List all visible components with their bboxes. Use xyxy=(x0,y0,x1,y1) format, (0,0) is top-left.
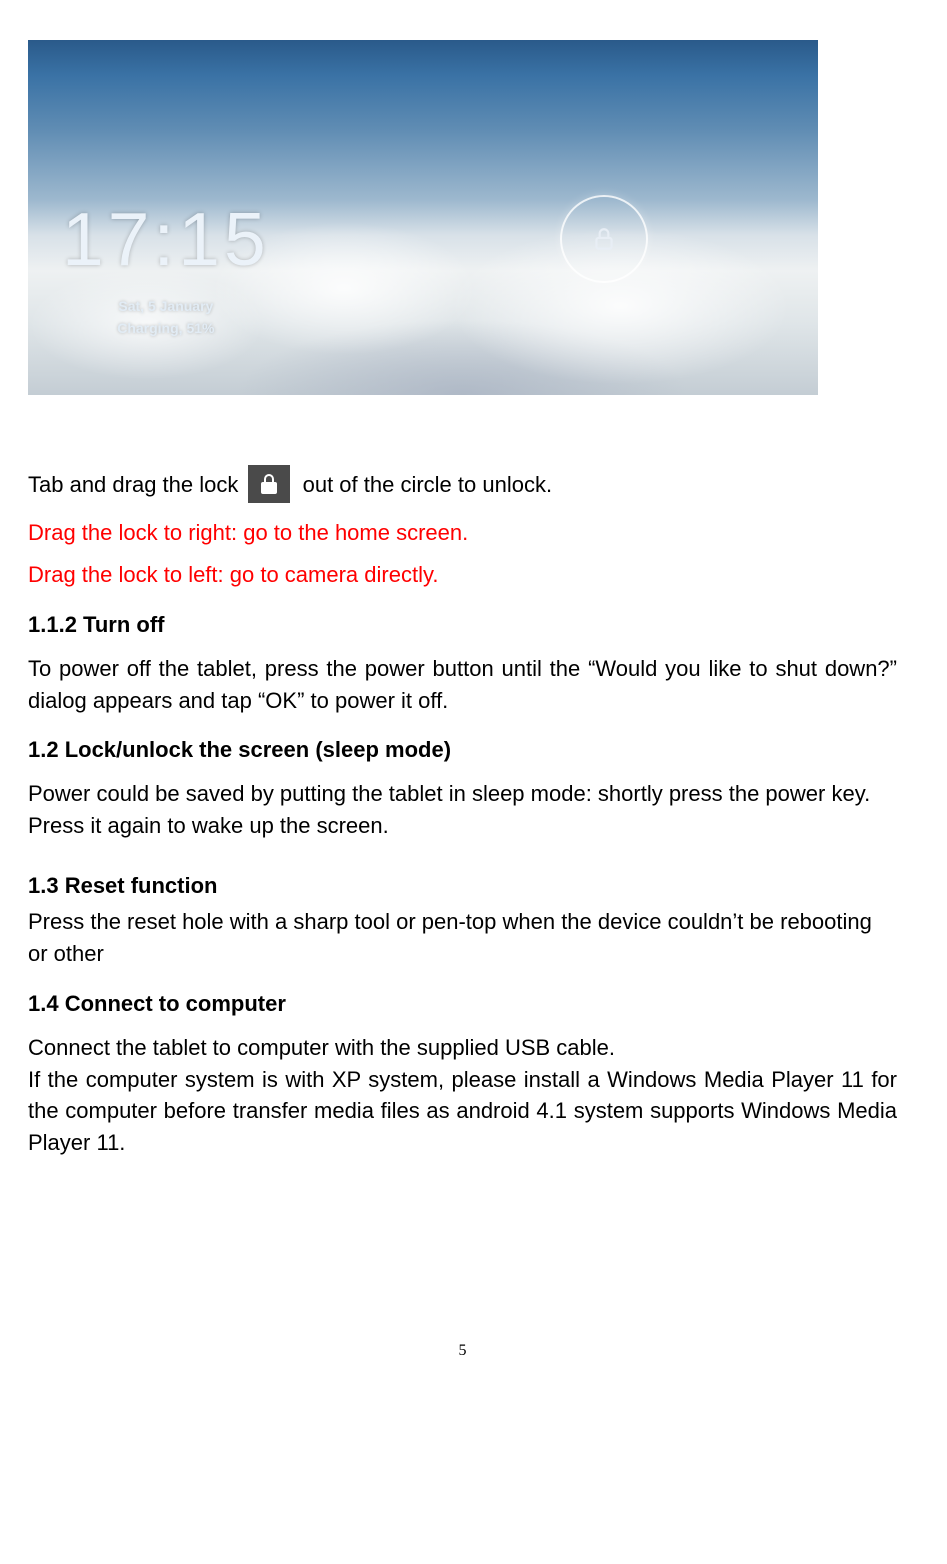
body-1-3: Press the reset hole with a sharp tool o… xyxy=(28,906,897,970)
page-number: 5 xyxy=(28,1339,897,1362)
lockscreen-charging: Charging, 51% xyxy=(62,318,270,338)
drag-left-text: Drag the lock to left: go to camera dire… xyxy=(28,559,897,591)
body-1-1-2: To power off the tablet, press the power… xyxy=(28,653,897,717)
heading-1-4: 1.4 Connect to computer xyxy=(28,988,897,1020)
lock-ring-icon xyxy=(560,195,648,283)
lockscreen-time: 17:15 xyxy=(62,185,270,294)
body-1-4-a: Connect the tablet to computer with the … xyxy=(28,1032,897,1064)
unlock-text-b: out of the circle to unlock. xyxy=(303,472,552,497)
drag-right-text: Drag the lock to right: go to the home s… xyxy=(28,517,897,549)
heading-1-3: 1.3 Reset function xyxy=(28,870,897,902)
lock-icon xyxy=(248,465,290,503)
lockscreen-image: 17:15 Sat, 5 January Charging, 51% xyxy=(28,40,818,395)
lockscreen-clock: 17:15 Sat, 5 January Charging, 51% xyxy=(62,185,270,338)
body-1-4-b: If the computer system is with XP system… xyxy=(28,1064,897,1160)
unlock-instruction-line: Tab and drag the lock out of the circle … xyxy=(28,465,897,507)
heading-1-1-2: 1.1.2 Turn off xyxy=(28,609,897,641)
lockscreen-date: Sat, 5 January xyxy=(62,296,270,316)
body-1-2: Power could be saved by putting the tabl… xyxy=(28,778,897,842)
heading-1-2: 1.2 Lock/unlock the screen (sleep mode) xyxy=(28,734,897,766)
unlock-text-a: Tab and drag the lock xyxy=(28,472,244,497)
